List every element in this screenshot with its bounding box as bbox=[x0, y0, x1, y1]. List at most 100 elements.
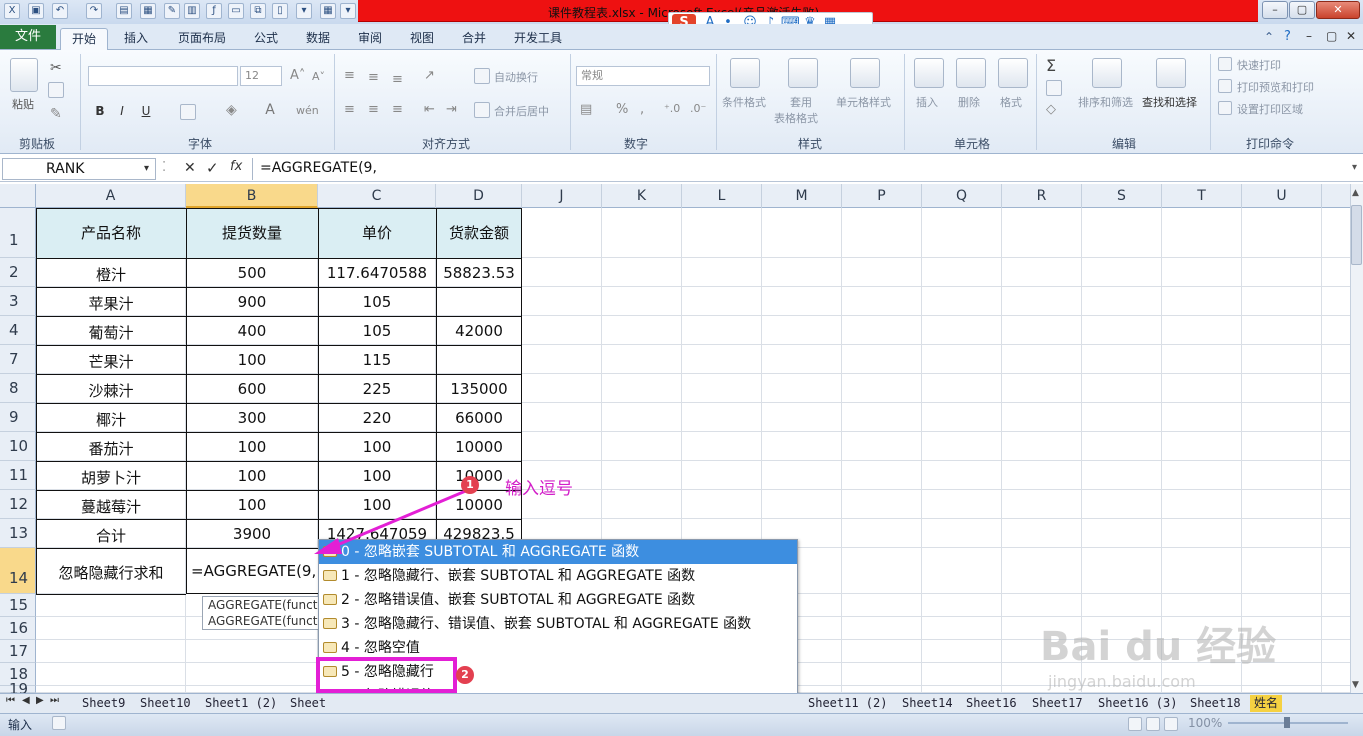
row-header-14[interactable]: 14 bbox=[0, 548, 36, 594]
wrap-text-icon[interactable] bbox=[474, 68, 490, 84]
column-header-m[interactable]: M bbox=[762, 184, 842, 208]
font-name-combo[interactable] bbox=[88, 66, 238, 86]
sheet-tab[interactable]: Sheet1 (2) bbox=[205, 695, 277, 712]
find-select-button[interactable]: 查找和选择 bbox=[1142, 94, 1197, 110]
name-box-dropdown-icon[interactable]: ▾ bbox=[144, 163, 149, 174]
accounting-format-icon[interactable]: ▤ bbox=[580, 102, 592, 117]
tab-insert[interactable]: 插入 bbox=[114, 28, 158, 50]
column-header-t[interactable]: T bbox=[1162, 184, 1242, 208]
table-header-cell[interactable]: 产品名称 bbox=[36, 222, 186, 243]
decrease-decimal-icon[interactable]: .0⁻ bbox=[690, 102, 706, 115]
table-cell[interactable]: 100 bbox=[186, 467, 318, 485]
cancel-entry-button[interactable]: ✕ bbox=[184, 160, 196, 176]
increase-indent-icon[interactable]: ⇥ bbox=[446, 102, 457, 117]
row-header-4[interactable]: 4 bbox=[0, 316, 36, 345]
align-left-icon[interactable]: ≡ bbox=[344, 102, 355, 117]
shrink-font-icon[interactable]: A˅ bbox=[312, 70, 325, 83]
macro-record-icon[interactable] bbox=[52, 716, 66, 730]
conditional-format-button[interactable]: 条件格式 bbox=[722, 94, 766, 110]
table-cell[interactable]: 66000 bbox=[436, 409, 522, 427]
set-print-area-button[interactable]: 设置打印区域 bbox=[1237, 101, 1303, 117]
table-cell[interactable]: 900 bbox=[186, 293, 318, 311]
column-header-j[interactable]: J bbox=[522, 184, 602, 208]
table-cell[interactable]: 椰汁 bbox=[36, 409, 186, 430]
italic-button[interactable]: I bbox=[114, 104, 130, 118]
table-icon[interactable]: ▦ bbox=[320, 3, 336, 19]
column-header-b[interactable]: B bbox=[186, 184, 318, 208]
row-header-12[interactable]: 12 bbox=[0, 490, 36, 519]
sheet-tab[interactable]: Sheet10 bbox=[140, 695, 191, 712]
insert-function-button[interactable]: fx bbox=[230, 159, 242, 174]
scroll-down-icon[interactable]: ▼ bbox=[1352, 680, 1359, 690]
align-bottom-icon[interactable]: ≡ bbox=[392, 72, 403, 87]
row-header-7[interactable]: 7 bbox=[0, 345, 36, 374]
merge-center-icon[interactable] bbox=[474, 102, 490, 118]
cut-icon[interactable]: ✂ bbox=[50, 60, 62, 76]
table-cell[interactable]: 胡萝卜汁 bbox=[36, 467, 186, 488]
paste-icon[interactable]: ▯ bbox=[272, 3, 288, 19]
row-header-8[interactable]: 8 bbox=[0, 374, 36, 403]
tab-view[interactable]: 视图 bbox=[400, 28, 444, 50]
table-cell[interactable]: 合计 bbox=[36, 525, 186, 546]
row-header-10[interactable]: 10 bbox=[0, 432, 36, 461]
copy-format-icon[interactable] bbox=[48, 82, 64, 98]
tooltip-syntax-2[interactable]: AGGREGATE(function_num, options, array, … bbox=[208, 614, 318, 628]
row-header-19[interactable]: 19 bbox=[0, 682, 36, 697]
row14-label-cell[interactable]: 忽略隐藏行求和 bbox=[36, 562, 186, 583]
orientation-icon[interactable]: ↗ bbox=[424, 68, 435, 83]
tab-formulas[interactable]: 公式 bbox=[244, 28, 288, 50]
sheet-tab[interactable]: Sheet17 bbox=[1032, 695, 1083, 712]
last-sheet-icon[interactable]: ⏭ bbox=[50, 695, 59, 706]
paste-button[interactable]: 粘贴 bbox=[12, 96, 34, 112]
close-icon[interactable]: ✕ bbox=[1316, 1, 1360, 19]
format-cells-button[interactable]: 格式 bbox=[1000, 94, 1022, 110]
borders-icon[interactable] bbox=[180, 104, 196, 120]
save-icon[interactable]: ▣ bbox=[28, 3, 44, 19]
underline-button[interactable]: U bbox=[138, 104, 154, 118]
table-cell[interactable]: 105 bbox=[318, 322, 436, 340]
bold-button[interactable]: B bbox=[92, 104, 108, 118]
table-cell[interactable]: 300 bbox=[186, 409, 318, 427]
ribbon-minimize-icon[interactable]: ⌃ bbox=[1264, 30, 1274, 44]
column-header-c[interactable]: C bbox=[318, 184, 436, 208]
page-break-view-icon[interactable] bbox=[1164, 717, 1178, 731]
spellcheck-icon[interactable]: ✎ bbox=[164, 3, 180, 19]
table-cell[interactable]: 117.6470588 bbox=[318, 264, 436, 282]
help-icon[interactable]: ? bbox=[1284, 29, 1291, 44]
format-painter-icon[interactable]: ✎ bbox=[50, 106, 62, 122]
sort-filter-icon[interactable] bbox=[1092, 58, 1122, 88]
decrease-indent-icon[interactable]: ⇤ bbox=[424, 102, 435, 117]
row-header-11[interactable]: 11 bbox=[0, 461, 36, 490]
table-cell[interactable]: 225 bbox=[318, 380, 436, 398]
percent-button[interactable]: % bbox=[616, 102, 628, 117]
workbook-minimize-icon[interactable]: – bbox=[1306, 29, 1312, 43]
column-header-u[interactable]: U bbox=[1242, 184, 1322, 208]
table-cell[interactable]: 42000 bbox=[436, 322, 522, 340]
expand-formula-bar-icon[interactable]: ▾ bbox=[1352, 162, 1357, 173]
quick-print-icon[interactable] bbox=[1218, 57, 1232, 71]
confirm-entry-button[interactable]: ✓ bbox=[206, 159, 219, 177]
align-center-icon[interactable]: ≡ bbox=[368, 102, 379, 117]
insert-cells-button[interactable]: 插入 bbox=[916, 94, 938, 110]
copy-icon[interactable]: ⧉ bbox=[250, 3, 266, 19]
autosum-button[interactable]: Σ bbox=[1046, 56, 1056, 75]
sheet-tab[interactable]: Sheet bbox=[290, 695, 326, 712]
page-layout-view-icon[interactable] bbox=[1146, 717, 1160, 731]
find-select-icon[interactable] bbox=[1156, 58, 1186, 88]
column-header-p[interactable]: P bbox=[842, 184, 922, 208]
table-cell[interactable]: 100 bbox=[186, 496, 318, 514]
print-preview-button[interactable]: 打印预览和打印 bbox=[1237, 79, 1314, 95]
format-cells-icon[interactable] bbox=[998, 58, 1028, 88]
tab-developer[interactable]: 开发工具 bbox=[506, 28, 570, 50]
select-all-button[interactable] bbox=[0, 184, 36, 208]
fill-color-icon[interactable]: ◈ bbox=[226, 102, 237, 118]
customize-qat-icon[interactable]: ▾ bbox=[340, 3, 356, 19]
table-cell[interactable]: 苹果汁 bbox=[36, 293, 186, 314]
sheet-tab[interactable]: Sheet16 (3) bbox=[1098, 695, 1177, 712]
sheet-tab[interactable]: Sheet16 bbox=[966, 695, 1017, 712]
table-cell[interactable]: 400 bbox=[186, 322, 318, 340]
table-cell[interactable]: 沙棘汁 bbox=[36, 380, 186, 401]
scroll-thumb[interactable] bbox=[1351, 205, 1362, 265]
table-cell[interactable]: 橙汁 bbox=[36, 264, 186, 285]
workbook-restore-icon[interactable]: ▢ bbox=[1326, 29, 1337, 43]
